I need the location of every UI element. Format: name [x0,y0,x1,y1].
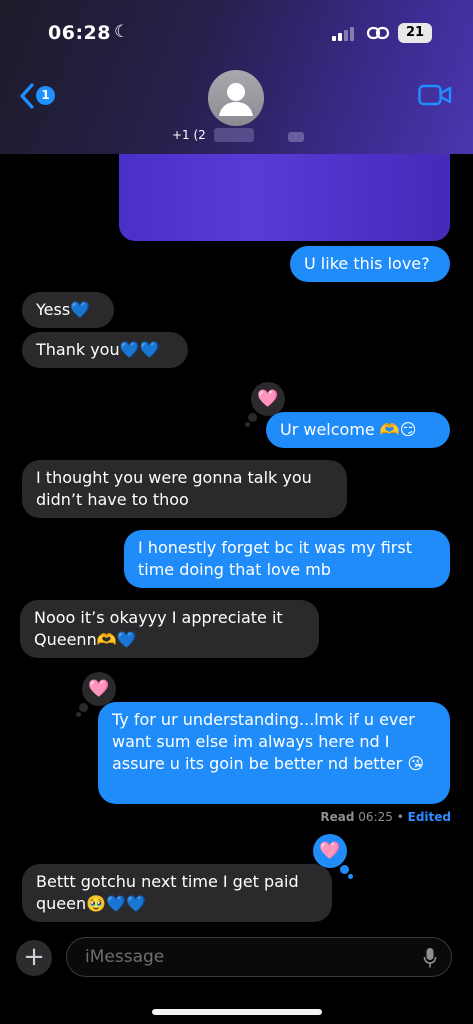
unread-count-badge[interactable]: 1 [36,86,55,105]
redacted-number-fragment [288,132,304,142]
read-label: Read [320,810,355,824]
message-bubble-outgoing[interactable]: Ty for ur understanding...lmk if u ever … [98,702,450,804]
contact-name[interactable]: +1 (2 [172,128,206,142]
cellular-signal-icon [332,27,356,41]
reaction-tail-dot [79,703,88,712]
message-bubble-outgoing[interactable]: I honestly forget bc it was my first tim… [124,530,450,588]
home-indicator[interactable] [152,1009,322,1015]
reaction-tail-dot [248,413,257,422]
reaction-tail-dot [76,712,81,717]
focus-moon-icon: ☾ [114,22,130,42]
tapback-reaction[interactable]: 🩷 [251,382,285,416]
reaction-tail-dot [245,422,250,427]
tapback-reaction[interactable]: 🩷 [313,834,347,868]
person-silhouette-icon [219,83,253,116]
message-bubble-incoming[interactable]: Yess💙 [22,292,114,328]
tapback-reaction[interactable]: 🩷 [82,672,116,706]
input-placeholder: iMessage [85,947,165,967]
contact-avatar[interactable] [208,70,264,126]
message-bubble-incoming[interactable]: Thank you💙💙 [22,332,188,368]
imessage-input[interactable]: iMessage [66,937,452,977]
reaction-tail-dot [348,874,353,879]
conversation-header: 06:28 ☾ 21 1 +1 (2 [0,0,473,154]
microphone-icon[interactable] [423,947,437,969]
status-bar: 06:28 ☾ 21 [0,18,473,48]
message-bubble-incoming[interactable]: I thought you were gonna talk you didn’t… [22,460,347,518]
media-attachment[interactable] [119,154,450,241]
message-bubble-outgoing[interactable]: Ur welcome 🫶😏 [266,412,450,448]
personal-hotspot-icon [366,26,390,40]
read-separator: • [396,810,404,824]
read-time: 06:25 [358,810,393,824]
add-attachment-button[interactable]: + [16,940,52,976]
message-bubble-incoming[interactable]: Nooo it’s okayyy I appreciate it Queenn🫶… [20,600,319,658]
message-bubble-outgoing[interactable]: U like this love? [290,246,450,282]
reaction-tail-dot [340,865,349,874]
edited-label[interactable]: Edited [408,810,451,824]
facetime-video-icon[interactable] [418,84,452,106]
redacted-number [214,128,254,142]
read-receipt: Read 06:25 • Edited [320,810,451,824]
message-bubble-incoming[interactable]: Bettt gotchu next time I get paid queen🥹… [22,864,332,922]
battery-indicator: 21 [398,23,432,43]
status-time: 06:28 [48,22,111,44]
